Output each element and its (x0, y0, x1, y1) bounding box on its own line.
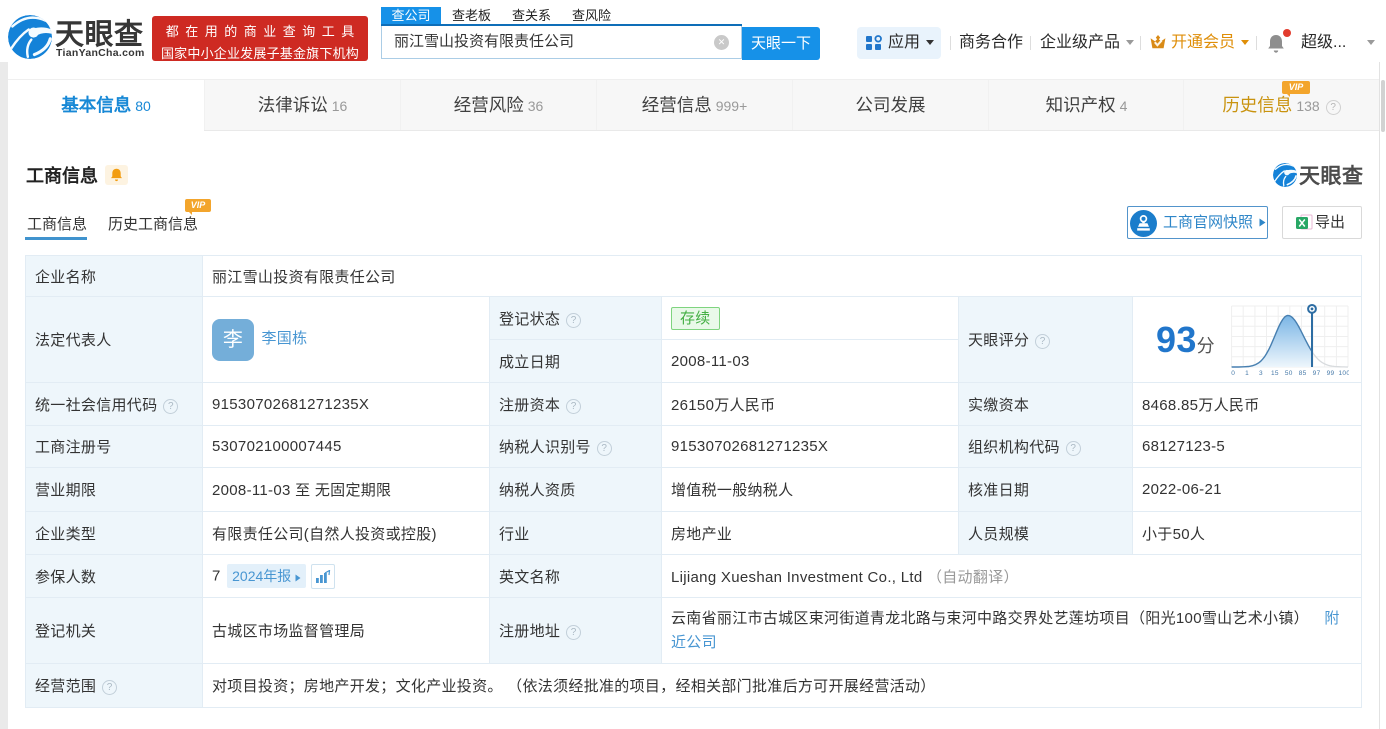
svg-text:97: 97 (1313, 370, 1321, 377)
svg-text:1: 1 (1245, 370, 1249, 377)
svg-text:3: 3 (1259, 370, 1263, 377)
svg-text:15: 15 (1271, 370, 1279, 377)
svg-text:99: 99 (1327, 370, 1335, 377)
svg-text:0: 0 (1231, 370, 1235, 377)
svg-text:100: 100 (1339, 370, 1349, 377)
svg-text:85: 85 (1299, 370, 1307, 377)
svg-text:50: 50 (1285, 370, 1293, 377)
